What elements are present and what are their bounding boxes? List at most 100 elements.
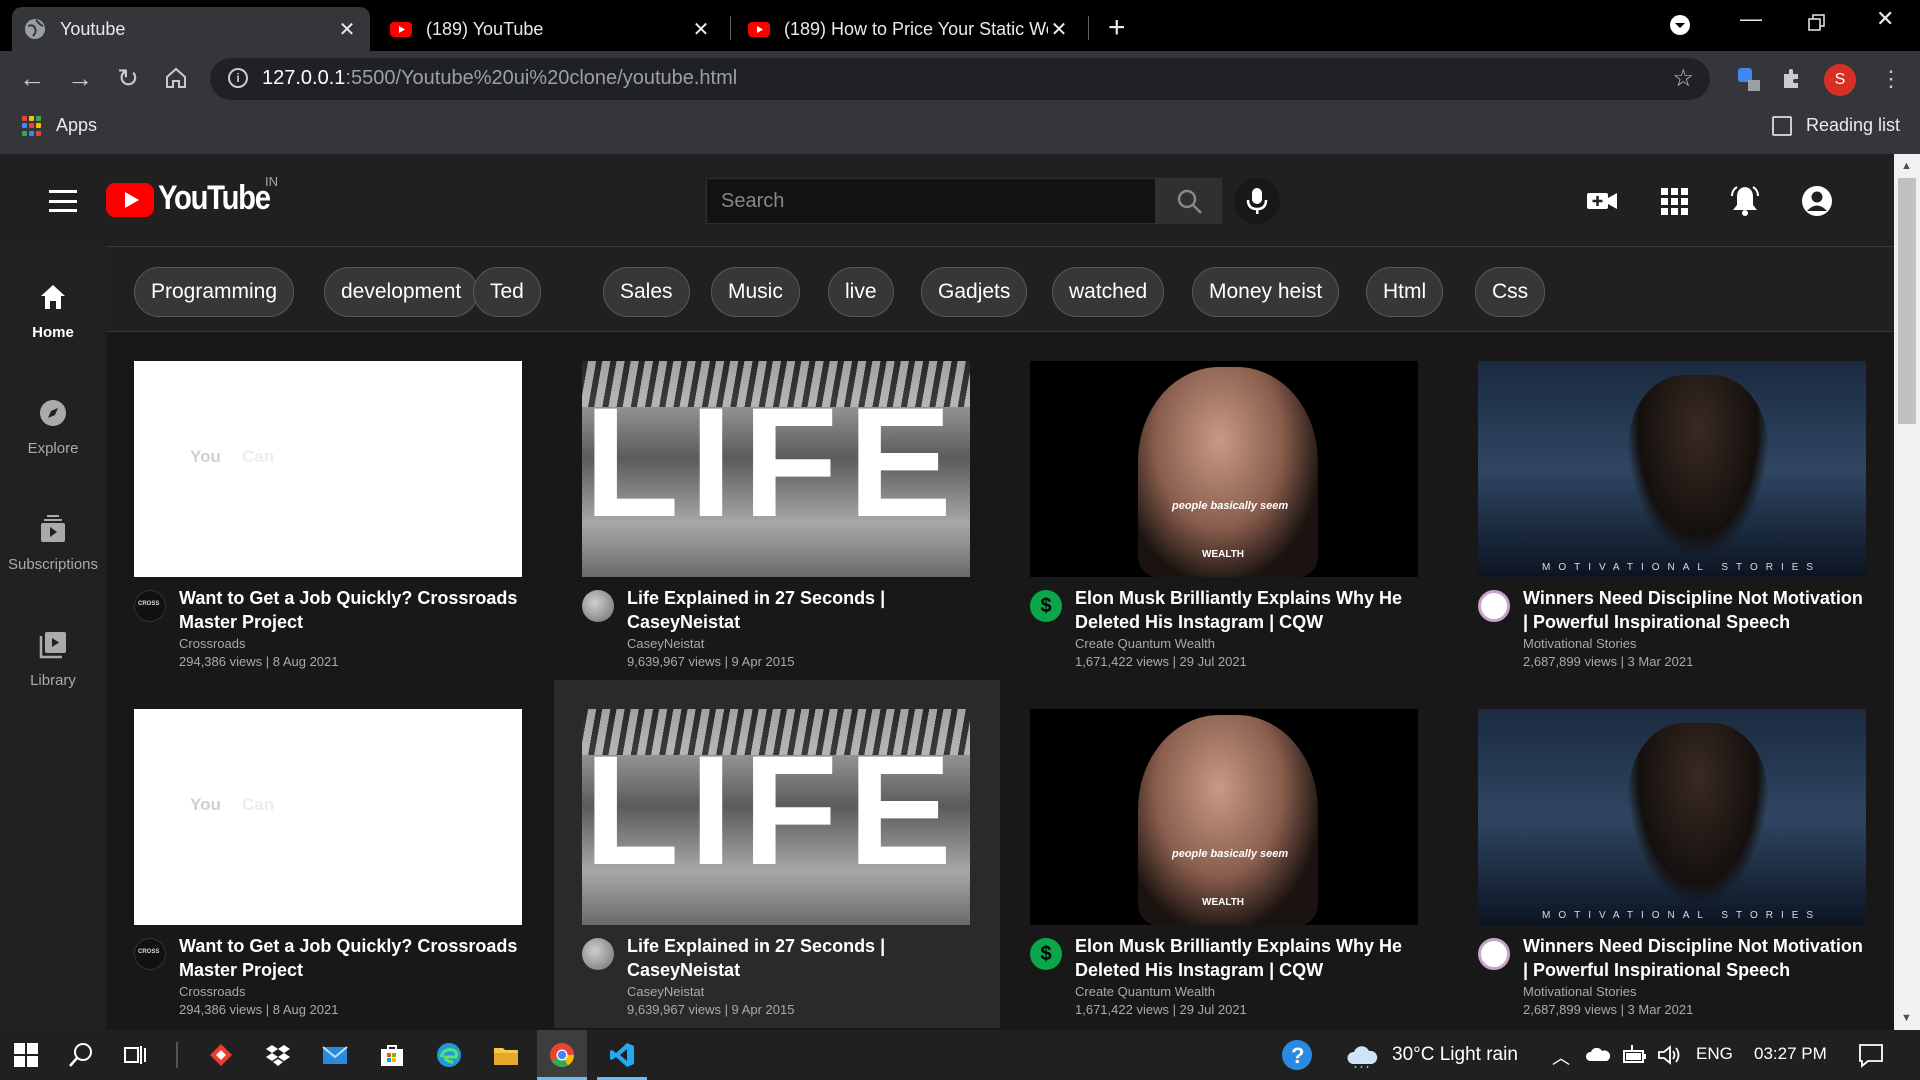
video-title[interactable]: Winners Need Discipline Not Motivation |…: [1523, 586, 1863, 634]
help-icon[interactable]: ?: [1280, 1038, 1314, 1072]
video-thumbnail[interactable]: LIFE: [582, 709, 970, 925]
tray-overflow-icon[interactable]: ︿: [1552, 1044, 1570, 1070]
video-thumbnail[interactable]: people basically seem WEALTH: [1030, 361, 1418, 577]
address-url[interactable]: 127.0.0.1:5500/Youtube%20ui%20clone/yout…: [262, 67, 737, 90]
sidebar-item-explore[interactable]: Explore: [0, 384, 106, 484]
video-thumbnail[interactable]: You Can: [134, 709, 522, 925]
channel-name[interactable]: Crossroads: [179, 984, 245, 999]
home-button-icon[interactable]: [164, 66, 188, 90]
channel-avatar[interactable]: [582, 590, 614, 622]
channel-name[interactable]: Motivational Stories: [1523, 636, 1636, 651]
scroll-down-icon[interactable]: ▼: [1901, 1012, 1912, 1024]
menu-hamburger-icon[interactable]: [49, 190, 77, 212]
video-thumbnail[interactable]: people basically seem WEALTH: [1030, 709, 1418, 925]
create-video-icon[interactable]: [1585, 184, 1619, 218]
channel-name[interactable]: CaseyNeistat: [627, 984, 704, 999]
close-tab-icon[interactable]: ✕: [690, 17, 712, 42]
new-tab-icon[interactable]: +: [1108, 11, 1126, 45]
chip[interactable]: live: [828, 267, 894, 317]
restore-icon[interactable]: [1808, 14, 1826, 32]
apps-icon[interactable]: [1657, 184, 1691, 218]
chip[interactable]: Css: [1475, 267, 1546, 317]
channel-avatar[interactable]: $: [1030, 938, 1062, 970]
video-card[interactable]: people basically seem WEALTH $ Elon Musk…: [1002, 680, 1448, 1028]
language-indicator[interactable]: ENG: [1696, 1044, 1733, 1064]
chip[interactable]: watched: [1052, 267, 1165, 317]
minimize-icon[interactable]: —: [1740, 6, 1762, 32]
sidebar-item-home[interactable]: Home: [0, 268, 106, 368]
video-card[interactable]: LIFE Life Explained in 27 Seconds | Case…: [554, 680, 1000, 1028]
channel-name[interactable]: CaseyNeistat: [627, 636, 704, 651]
channel-avatar[interactable]: [1478, 590, 1510, 622]
file-explorer-icon[interactable]: [493, 1042, 519, 1068]
dropbox-icon[interactable]: [265, 1042, 291, 1068]
apps-grid-icon[interactable]: [22, 116, 42, 136]
video-title[interactable]: Want to Get a Job Quickly? Crossroads Ma…: [179, 586, 519, 634]
chip[interactable]: Html: [1366, 267, 1444, 317]
address-bar[interactable]: i 127.0.0.1:5500/Youtube%20ui%20clone/yo…: [210, 58, 1710, 100]
channel-name[interactable]: Create Quantum Wealth: [1075, 984, 1215, 999]
sidebar-item-subscriptions[interactable]: Subscriptions: [0, 500, 106, 600]
edge-icon[interactable]: [436, 1042, 462, 1068]
windows-start-icon[interactable]: [13, 1042, 39, 1068]
video-card[interactable]: people basically seem WEALTH $ Elon Musk…: [1002, 332, 1448, 680]
chrome-menu-icon[interactable]: ⋮: [1880, 66, 1902, 92]
store-icon[interactable]: [379, 1042, 405, 1068]
video-title[interactable]: Life Explained in 27 Seconds | CaseyNeis…: [627, 934, 967, 982]
back-icon[interactable]: ←: [18, 64, 46, 92]
close-tab-icon[interactable]: ✕: [336, 17, 358, 42]
site-info-icon[interactable]: i: [228, 68, 248, 88]
channel-avatar[interactable]: $: [1030, 590, 1062, 622]
video-card[interactable]: MOTIVATIONAL STORIES Winners Need Discip…: [1450, 332, 1894, 680]
sidebar-item-library[interactable]: Library: [0, 616, 106, 716]
video-card[interactable]: LIFE Life Explained in 27 Seconds | Case…: [554, 332, 1000, 680]
reading-list-icon[interactable]: [1772, 116, 1792, 136]
mail-icon[interactable]: [322, 1042, 348, 1068]
video-title[interactable]: Life Explained in 27 Seconds | CaseyNeis…: [627, 586, 967, 634]
taskbar-chrome-active[interactable]: [537, 1030, 587, 1080]
extensions-puzzle-icon[interactable]: [1780, 66, 1804, 90]
video-title[interactable]: Elon Musk Brilliantly Explains Why He De…: [1075, 934, 1415, 982]
anydesk-icon[interactable]: [208, 1042, 234, 1068]
window-close-icon[interactable]: ✕: [1876, 6, 1894, 32]
chip[interactable]: Programming: [134, 267, 295, 317]
voice-search-button[interactable]: [1234, 178, 1280, 224]
channel-avatar[interactable]: [582, 938, 614, 970]
video-thumbnail[interactable]: MOTIVATIONAL STORIES: [1478, 709, 1866, 925]
task-view-icon[interactable]: [122, 1042, 148, 1068]
video-card[interactable]: MOTIVATIONAL STORIES Winners Need Discip…: [1450, 680, 1894, 1028]
notification-center-icon[interactable]: [1858, 1042, 1884, 1068]
profile-avatar[interactable]: S: [1824, 64, 1856, 96]
channel-name[interactable]: Create Quantum Wealth: [1075, 636, 1215, 651]
reload-icon[interactable]: ↻: [114, 64, 142, 92]
video-thumbnail[interactable]: LIFE: [582, 361, 970, 577]
video-title[interactable]: Elon Musk Brilliantly Explains Why He De…: [1075, 586, 1415, 634]
channel-name[interactable]: Motivational Stories: [1523, 984, 1636, 999]
video-thumbnail[interactable]: MOTIVATIONAL STORIES: [1478, 361, 1866, 577]
scrollbar-thumb[interactable]: [1898, 178, 1916, 424]
video-title[interactable]: Want to Get a Job Quickly? Crossroads Ma…: [179, 934, 519, 982]
search-button[interactable]: [1156, 178, 1222, 224]
channel-avatar[interactable]: CROSS: [134, 590, 166, 622]
browser-tab-youtube[interactable]: Youtube ✕: [12, 7, 370, 51]
system-clock[interactable]: 03:27 PM: [1754, 1044, 1827, 1064]
taskbar-search-icon[interactable]: [68, 1042, 94, 1068]
channel-avatar[interactable]: CROSS: [134, 938, 166, 970]
notifications-bell-icon[interactable]: [1728, 184, 1762, 218]
video-title[interactable]: Winners Need Discipline Not Motivation |…: [1523, 934, 1863, 982]
youtube-wordmark[interactable]: YouTube: [158, 179, 271, 218]
chip[interactable]: development: [324, 267, 479, 317]
chip[interactable]: Music: [711, 267, 800, 317]
chip[interactable]: Sales: [603, 267, 690, 317]
search-input[interactable]: [707, 179, 1155, 223]
chip[interactable]: Ted: [473, 267, 541, 317]
reading-list-label[interactable]: Reading list: [1806, 115, 1900, 136]
close-tab-icon[interactable]: ✕: [1048, 17, 1070, 42]
channel-name[interactable]: Crossroads: [179, 636, 245, 651]
video-thumbnail[interactable]: You Can: [134, 361, 522, 577]
video-card[interactable]: You Can CROSS Want to Get a Job Quickly?…: [106, 680, 552, 1028]
youtube-logo-icon[interactable]: [106, 183, 154, 217]
video-card[interactable]: You Can CROSS Want to Get a Job Quickly?…: [106, 332, 552, 680]
page-scrollbar[interactable]: ▲ ▼: [1894, 154, 1920, 1030]
weather-text[interactable]: 30°C Light rain: [1392, 1044, 1518, 1066]
